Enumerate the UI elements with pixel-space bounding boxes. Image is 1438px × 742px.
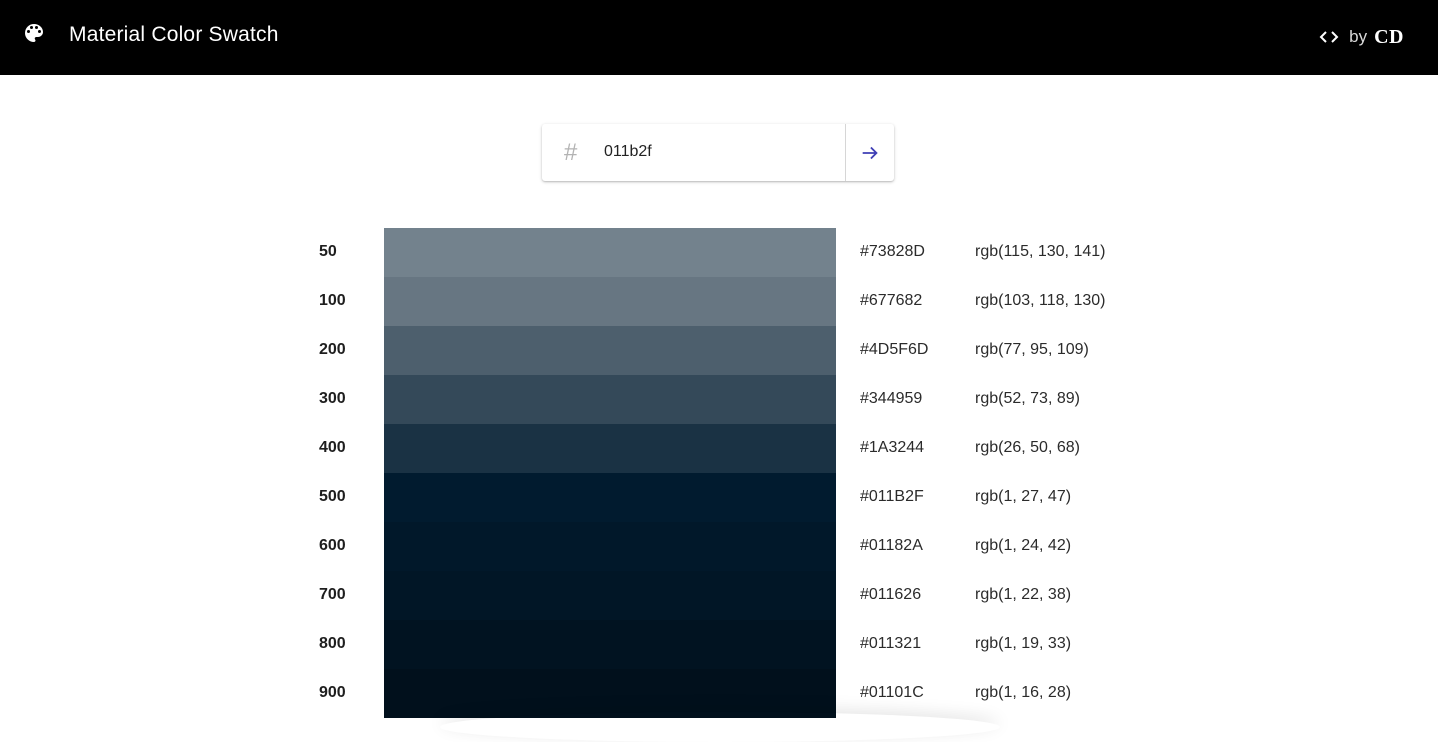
hash-prefix: # [564, 139, 578, 166]
author-credit-link[interactable]: by CD [1317, 24, 1404, 50]
by-label: by [1349, 27, 1368, 46]
swatch-row: 500 #011B2F rgb(1, 27, 47) [0, 473, 1438, 522]
shade-label: 400 [319, 439, 346, 456]
shade-label: 700 [319, 586, 346, 603]
app-header: Material Color Swatch by CD [0, 0, 1438, 75]
rgb-value[interactable]: rgb(52, 73, 89) [975, 390, 1080, 408]
color-swatch[interactable] [384, 473, 836, 522]
swatch-row: 800 #011321 rgb(1, 19, 33) [0, 620, 1438, 669]
hex-value[interactable]: #011626 [860, 586, 921, 604]
swatch-row: 700 #011626 rgb(1, 22, 38) [0, 571, 1438, 620]
swatch-row: 100 #677682 rgb(103, 118, 130) [0, 277, 1438, 326]
color-swatch[interactable] [384, 375, 836, 424]
rgb-value[interactable]: rgb(115, 130, 141) [975, 243, 1105, 261]
shade-label: 100 [319, 292, 346, 309]
rgb-value[interactable]: rgb(103, 118, 130) [975, 292, 1105, 310]
color-swatch[interactable] [384, 424, 836, 473]
hex-value[interactable]: #344959 [860, 390, 922, 408]
hex-value[interactable]: #4D5F6D [860, 341, 928, 359]
swatch-row: 400 #1A3244 rgb(26, 50, 68) [0, 424, 1438, 473]
hex-color-input[interactable] [604, 137, 834, 167]
shade-label: 300 [319, 390, 346, 407]
color-swatch[interactable] [384, 228, 836, 277]
hex-value[interactable]: #677682 [860, 292, 922, 310]
hex-value[interactable]: #73828D [860, 243, 925, 261]
arrow-right-icon [862, 146, 878, 159]
shade-label: 200 [319, 341, 346, 358]
scroll-shadow [440, 712, 1000, 742]
swatch-table: 50 #73828D rgb(115, 130, 141) 100 #677682 rgb… [0, 228, 1438, 718]
hex-value[interactable]: #01101C [860, 684, 924, 702]
color-swatch[interactable] [384, 571, 836, 620]
color-swatch[interactable] [384, 277, 836, 326]
rgb-value[interactable]: rgb(1, 22, 38) [975, 586, 1071, 604]
hex-value[interactable]: #01182A [860, 537, 923, 555]
color-swatch[interactable] [384, 522, 836, 571]
color-swatch[interactable] [384, 669, 836, 718]
color-swatch[interactable] [384, 620, 836, 669]
hex-value[interactable]: #011321 [860, 635, 921, 653]
shade-label: 500 [319, 488, 346, 505]
rgb-value[interactable]: rgb(1, 19, 33) [975, 635, 1071, 653]
author-name: CD [1374, 25, 1404, 48]
rgb-value[interactable]: rgb(26, 50, 68) [975, 439, 1080, 457]
shade-label: 50 [319, 243, 337, 260]
app-title: Material Color Swatch [69, 23, 279, 46]
rgb-value[interactable]: rgb(77, 95, 109) [975, 341, 1089, 359]
shade-label: 600 [319, 537, 346, 554]
shade-label: 800 [319, 635, 346, 652]
swatch-row: 50 #73828D rgb(115, 130, 141) [0, 228, 1438, 277]
generate-button[interactable] [846, 124, 894, 181]
hex-value[interactable]: #1A3244 [860, 439, 924, 457]
swatch-row: 200 #4D5F6D rgb(77, 95, 109) [0, 326, 1438, 375]
shade-label: 900 [319, 684, 346, 701]
code-icon [1319, 31, 1339, 43]
hex-value[interactable]: #011B2F [860, 488, 924, 506]
swatch-row: 300 #344959 rgb(52, 73, 89) [0, 375, 1438, 424]
rgb-value[interactable]: rgb(1, 16, 28) [975, 684, 1071, 702]
rgb-value[interactable]: rgb(1, 24, 42) [975, 537, 1071, 555]
swatch-row: 900 #01101C rgb(1, 16, 28) [0, 669, 1438, 718]
rgb-value[interactable]: rgb(1, 27, 47) [975, 488, 1071, 506]
color-swatch[interactable] [384, 326, 836, 375]
swatch-row: 600 #01182A rgb(1, 24, 42) [0, 522, 1438, 571]
palette-icon [25, 24, 43, 42]
color-input-card: # [542, 124, 894, 181]
